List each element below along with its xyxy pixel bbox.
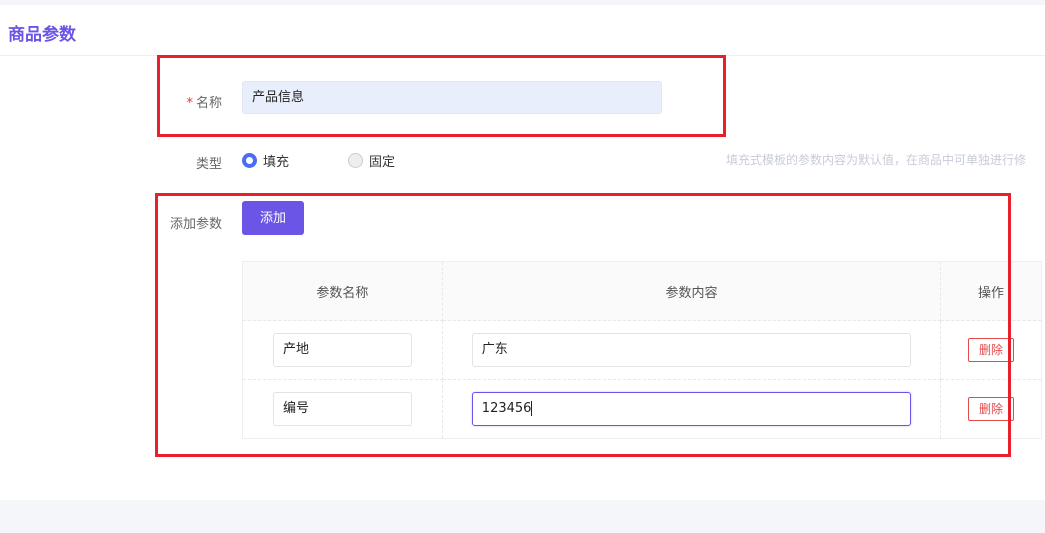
required-mark: * xyxy=(186,96,193,111)
page-title: 商品参数 xyxy=(8,25,76,45)
delete-button[interactable]: 删除 xyxy=(968,338,1015,362)
radio-fill-label: 填充 xyxy=(263,155,290,170)
col-header: 参数内容 xyxy=(441,261,942,321)
param-content-value: 123456 xyxy=(481,401,532,416)
radio-fixed[interactable]: 固定 xyxy=(348,151,395,170)
radio-fill[interactable]: 填充 xyxy=(242,151,289,170)
params-label: 添加参数 xyxy=(169,217,222,232)
param-name-input[interactable]: 编号 xyxy=(273,392,412,426)
name-input[interactable]: 产品信息 xyxy=(242,81,662,114)
param-content-input[interactable]: 123456 xyxy=(471,392,912,426)
radio-unchecked-icon xyxy=(348,153,363,168)
col-header: 操作 xyxy=(940,261,1042,321)
param-content-input[interactable]: 广东 xyxy=(471,333,912,367)
type-hint: 填充式模板的参数内容为默认值，在商品中可单独进行修 xyxy=(726,153,1027,167)
radio-fixed-label: 固定 xyxy=(369,155,396,170)
table-row: 编号 123456 删除 xyxy=(242,379,1042,439)
name-label: * 名称 xyxy=(186,92,222,111)
radio-checked-icon xyxy=(242,153,257,168)
text-caret xyxy=(531,401,533,416)
type-label: 类型 xyxy=(195,157,222,172)
table-header: 参数名称 参数内容 操作 xyxy=(242,261,1042,321)
table-row: 产地 广东 删除 xyxy=(242,320,1042,380)
params-table: 参数名称 参数内容 操作 产地 广东 删除 编号 123456 删除 xyxy=(242,261,1042,439)
divider xyxy=(0,55,1045,56)
param-name-input[interactable]: 产地 xyxy=(273,333,412,367)
col-header: 参数名称 xyxy=(242,261,443,321)
add-param-button[interactable]: 添加 xyxy=(242,201,304,235)
delete-button[interactable]: 删除 xyxy=(968,397,1015,421)
name-label-text: 名称 xyxy=(195,96,222,111)
